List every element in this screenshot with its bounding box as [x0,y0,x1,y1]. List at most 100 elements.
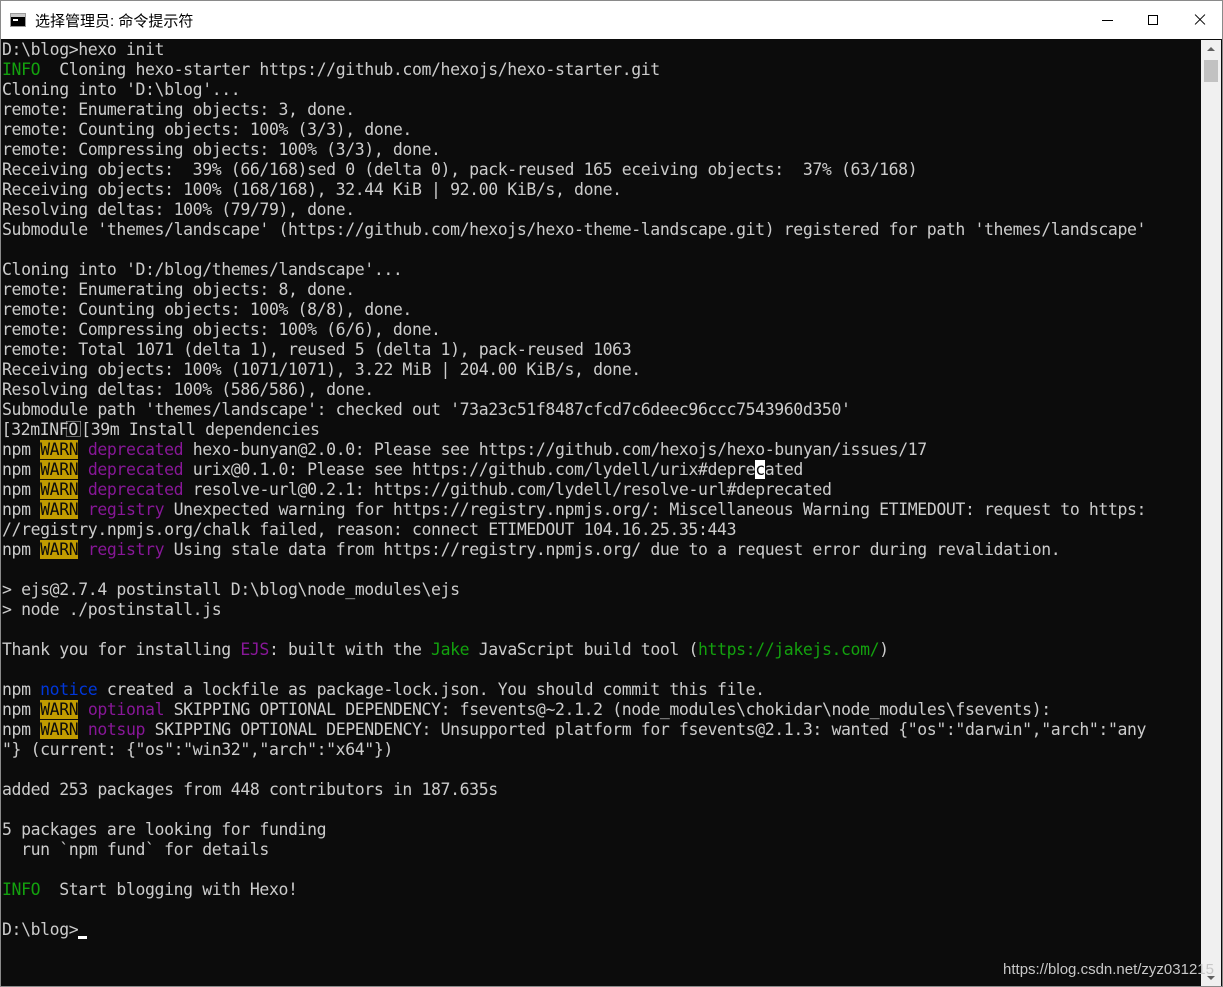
console-line: D:\blog>hexo init [2,40,1201,60]
console-line: "} (current: {"os":"win32","arch":"x64"}… [2,740,1201,760]
console-line: npm WARN optional SKIPPING OPTIONAL DEPE… [2,700,1201,720]
console-line: remote: Compressing objects: 100% (6/6),… [2,320,1201,340]
console-text: INFO [2,880,41,899]
text-cursor [78,936,88,939]
console-text: "} (current: {"os":"win32","arch":"x64"}… [2,740,393,759]
scroll-up-arrow-icon[interactable] [1201,40,1221,57]
scroll-thumb[interactable] [1204,60,1218,82]
console-text: Resolving deltas: 100% (586/586), done. [2,380,374,399]
console-line: Submodule path 'themes/landscape': check… [2,400,1201,420]
console-line: remote: Enumerating objects: 3, done. [2,100,1201,120]
close-button[interactable] [1176,1,1222,39]
console-text: npm [2,460,41,479]
console-line: npm WARN registry Unexpected warning for… [2,500,1201,520]
console-text: > node ./postinstall.js [2,600,222,619]
minimize-button[interactable] [1084,1,1130,39]
console-text: > ejs@2.7.4 postinstall D:\blog\node_mod… [2,580,460,599]
console-text: optional [87,700,165,719]
console-line: npm WARN deprecated urix@0.1.0: Please s… [2,460,1201,480]
console-line: INFO Cloning hexo-starter https://github… [2,60,1201,80]
console-text: deprecated [87,460,184,479]
console-line: Thank you for installing EJS: built with… [2,640,1201,660]
maximize-button[interactable] [1130,1,1176,39]
console-text: Receiving objects: 100% (168/168), 32.44… [2,180,622,199]
console-text: Unexpected warning for https://registry.… [164,500,1147,519]
cmd-icon[interactable] [10,13,26,27]
console-text: remote: Enumerating objects: 3, done. [2,100,355,119]
console-text: Submodule 'themes/landscape' (https://gi… [2,220,1147,239]
console-text: ) [879,640,889,659]
console-text: resolve-url@0.2.1: https://github.com/ly… [183,480,832,499]
console-text: urix@0.1.0: Please see https://github.co… [183,460,756,479]
console-line: npm notice created a lockfile as package… [2,680,1201,700]
console-text: Receiving objects: 100% (1071/1071), 3.2… [2,360,641,379]
console-text: SKIPPING OPTIONAL DEPENDENCY: fsevents@~… [164,700,1052,719]
console-text: npm [2,700,41,719]
console-line: npm WARN registry Using stale data from … [2,540,1201,560]
console-line: ⃞[32mINFO ⃞[39m Install dependencies [2,420,1201,440]
vertical-scrollbar[interactable] [1201,40,1221,986]
console-text: registry [87,500,165,519]
console-text: WARN [40,540,79,559]
console-text: npm [2,680,41,699]
console-text: deprecated [87,480,184,499]
console-text: npm [2,480,41,499]
console-text: WARN [40,700,79,719]
window-controls [1084,1,1222,39]
console-text: remote: Total 1071 (delta 1), reused 5 (… [2,340,632,359]
console-text: deprecated [87,440,184,459]
console-text: WARN [40,720,79,739]
console-text: run `npm fund` for details [2,840,269,859]
console-text: Thank you for installing [2,640,241,659]
console-text: hexo-bunyan@2.0.0: Please see https://gi… [183,440,928,459]
console-text: Start blogging with Hexo! [40,880,298,899]
console-line: > ejs@2.7.4 postinstall D:\blog\node_mod… [2,580,1201,600]
console-line: remote: Enumerating objects: 8, done. [2,280,1201,300]
console-text: D:\blog>hexo init [2,40,165,59]
console-text: Cloning into 'D:/blog/themes/landscape'.… [2,260,403,279]
watermark: https://blog.csdn.net/zyz031215 [1003,961,1214,978]
console-line: 5 packages are looking for funding [2,820,1201,840]
console-text: JavaScript build tool ( [469,640,699,659]
console-text: WARN [40,440,79,459]
console-line: remote: Counting objects: 100% (8/8), do… [2,300,1201,320]
console-text: WARN [40,480,79,499]
console-text: remote: Enumerating objects: 8, done. [2,280,355,299]
console-text: SKIPPING OPTIONAL DEPENDENCY: Unsupporte… [145,720,1147,739]
console-line: Submodule 'themes/landscape' (https://gi… [2,220,1201,240]
console-line: remote: Counting objects: 100% (3/3), do… [2,120,1201,140]
console-text: Submodule path 'themes/landscape': check… [2,400,851,419]
console-text: remote: Compressing objects: 100% (3/3),… [2,140,441,159]
console-line: npm WARN deprecated hexo-bunyan@2.0.0: P… [2,440,1201,460]
console-line: Receiving objects: 39% (66/168)sed 0 (de… [2,160,1201,180]
title-bar[interactable]: 选择管理员: 命令提示符 [1,1,1222,39]
console-line: npm WARN deprecated resolve-url@0.2.1: h… [2,480,1201,500]
console-text: npm [2,500,41,519]
console-text: D:\blog> [2,920,79,939]
console-line: npm WARN notsup SKIPPING OPTIONAL DEPEND… [2,720,1201,740]
console-line: > node ./postinstall.js [2,600,1201,620]
console-text: 5 packages are looking for funding [2,820,327,839]
cmd-window: 选择管理员: 命令提示符 D:\blog>hexo init INFO Cloni… [0,0,1223,987]
console-line: //registry.npmjs.org/chalk failed, reaso… [2,520,1201,540]
console-text: Cloning hexo-starter https://github.com/… [40,60,660,79]
console-text: WARN [40,500,79,519]
console-line: Receiving objects: 100% (168/168), 32.44… [2,180,1201,200]
console-text: Receiving objects: 39% (66/168)sed 0 (de… [2,160,918,179]
console-line: added 253 packages from 448 contributors… [2,780,1201,800]
console-output[interactable]: D:\blog>hexo init INFO Cloning hexo-start… [2,40,1201,986]
console-text: WARN [40,460,79,479]
console-text: notice [40,680,98,699]
console-line: run `npm fund` for details [2,840,1201,860]
console-text: npm [2,440,41,459]
